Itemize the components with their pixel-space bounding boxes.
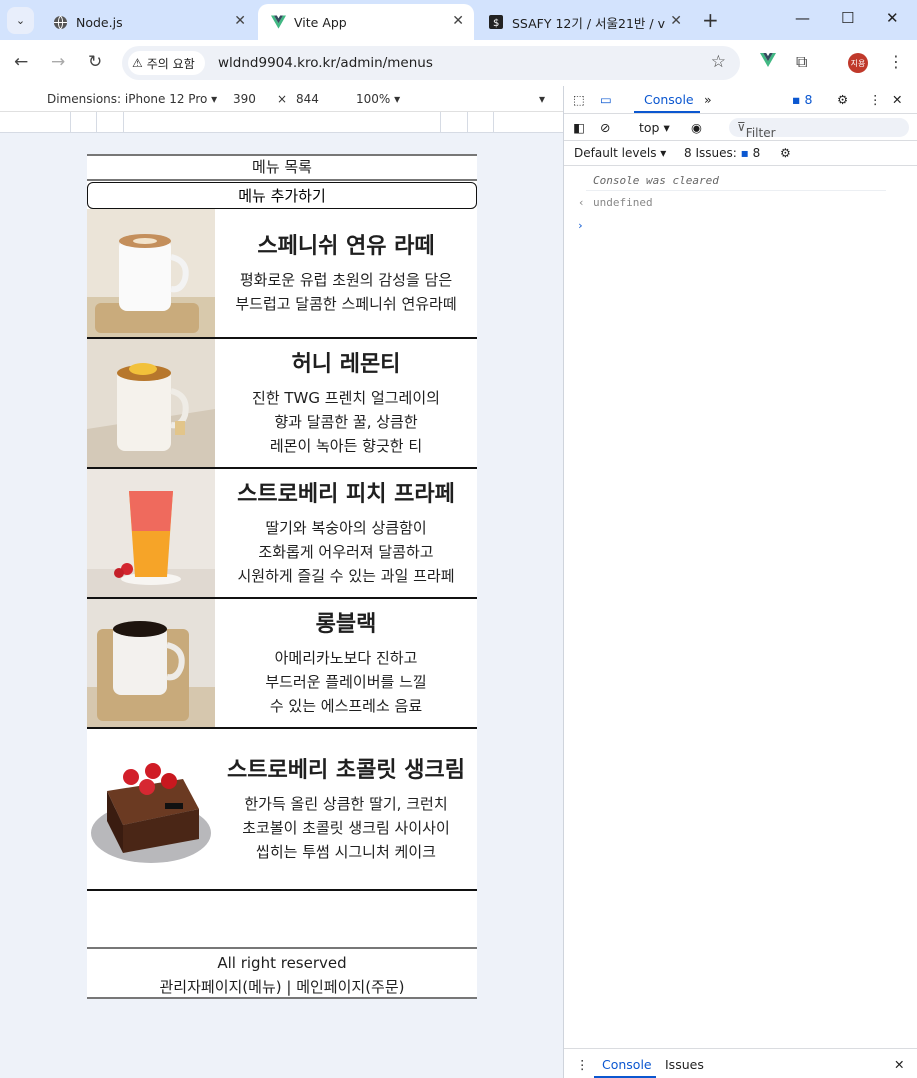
console-cleared-message: Console was cleared [593, 174, 719, 187]
menu-description: 아메리카노보다 진하고 부드러운 플레이버를 느낄 수 있는 에스프레소 음료 [265, 648, 427, 715]
log-levels-select[interactable]: Default levels ▾ [574, 146, 666, 160]
console-filter-input[interactable]: ⊽ Filter [729, 118, 909, 140]
profile-avatar[interactable]: 지용 [848, 53, 868, 73]
menu-description: 평화로운 유럽 초원의 감성을 담은 부드럽고 달콤한 스페니쉬 연유라떼 [235, 270, 457, 313]
frappe-image [87, 469, 215, 597]
footer-copyright: All right reserved [217, 954, 347, 972]
menu-name: 롱블랙 [315, 611, 377, 637]
devtools-drawer: ⋮ Console Issues ✕ [564, 1048, 917, 1078]
sidebar-toggle-icon[interactable]: ◧ [573, 120, 585, 135]
console-settings-gear-icon[interactable]: ⚙ [780, 146, 791, 160]
menu-name: 스페니쉬 연유 라떼 [257, 233, 435, 259]
menu-item[interactable]: 롱블랙 아메리카노보다 진하고 부드러운 플레이버를 느낄 수 있는 에스프레소… [87, 599, 477, 729]
latte-image [87, 209, 215, 337]
footer-links[interactable]: 관리자페이지(메뉴) | 메인페이지(주문) [87, 975, 477, 999]
close-tab-icon[interactable]: ✕ [234, 13, 246, 29]
device-viewport: 메뉴 목록 메뉴 추가하기 스페니쉬 연유 라떼 평화로운 유럽 초원의 감성을… [0, 133, 563, 1078]
long-black-image [87, 599, 215, 727]
menu-item[interactable]: 허니 레몬티 진한 TWG 프렌치 얼그레이의 향과 달콤한 꿀, 상큼한 레몬… [87, 339, 477, 469]
zoom-select[interactable]: 100% ▾ [356, 92, 400, 106]
content-spacer [87, 891, 477, 949]
forward-icon[interactable]: → [51, 52, 65, 72]
devtools-panel: ⬚ ▭ Console » ▪ 8 ⚙ ⋮ ✕ ◧ ⊘ top ▾ ◉ ⊽ Fi… [563, 86, 917, 1078]
security-warning-chip[interactable]: ⚠ 주의 요함 [128, 51, 205, 75]
tab-title: Vite App [294, 14, 347, 30]
tab-console[interactable]: Console [644, 92, 694, 107]
media-query-bar [0, 112, 563, 133]
globe-icon [52, 14, 68, 30]
page-title: 메뉴 목록 [87, 154, 477, 181]
close-tab-icon[interactable]: ✕ [452, 13, 464, 29]
bookmark-star-icon[interactable]: ☆ [711, 52, 726, 72]
drawer-tab-issues[interactable]: Issues [665, 1057, 704, 1072]
menu-name: 허니 레몬티 [291, 351, 401, 377]
drawer-tab-console[interactable]: Console [602, 1057, 652, 1072]
menu-name: 스트로베리 피치 프라페 [237, 481, 455, 507]
warning-icon: ⚠ [132, 56, 143, 70]
tab-title: SSAFY 12기 / 서울21반 / v [512, 15, 665, 31]
vue-devtools-extension-icon[interactable] [760, 52, 776, 71]
app-page: 메뉴 목록 메뉴 추가하기 스페니쉬 연유 라떼 평화로운 유럽 초원의 감성을… [87, 154, 477, 999]
tab-vite-app[interactable]: Vite App ✕ [258, 4, 474, 40]
console-undefined-output: undefined [593, 196, 653, 209]
more-tabs-icon[interactable]: » [704, 92, 712, 107]
extensions-puzzle-icon[interactable]: ⧉ [796, 52, 807, 72]
clear-console-icon[interactable]: ⊘ [600, 120, 610, 135]
svg-text:$: $ [493, 18, 499, 29]
menu-name: 스트로베리 초콜릿 생크림 [227, 757, 465, 783]
minimize-icon[interactable]: — [795, 9, 810, 27]
return-arrow-icon: ‹ [578, 196, 585, 209]
lemon-tea-image [87, 339, 215, 467]
reload-icon[interactable]: ↻ [88, 52, 102, 72]
close-tab-icon[interactable]: ✕ [670, 13, 682, 29]
console-toolbar: ◧ ⊘ top ▾ ◉ ⊽ Filter [564, 114, 917, 141]
live-expression-eye-icon[interactable]: ◉ [691, 120, 702, 135]
close-window-icon[interactable]: ✕ [886, 9, 899, 27]
tab-search-icon[interactable]: ⌄ [7, 7, 34, 34]
url-text[interactable]: wldnd9904.kro.kr/admin/menus [218, 55, 433, 71]
vue-logo-icon [270, 14, 286, 30]
close-drawer-icon[interactable]: ✕ [894, 1057, 904, 1072]
device-width-input[interactable]: 390 [233, 92, 256, 106]
tab-strip: ⌄ Node.js ✕ Vite App ✕ $ SSAFY 12기 / 서울2… [0, 0, 917, 40]
devtools-menu-icon[interactable]: ⋮ [869, 92, 882, 107]
maximize-icon[interactable]: ☐ [841, 9, 854, 27]
issues-counter[interactable]: 8 Issues: ▪ 8 [684, 146, 760, 160]
tab-ssafy[interactable]: $ SSAFY 12기 / 서울21반 / v ✕ [476, 4, 692, 40]
cake-image [87, 729, 215, 889]
tab-title: Node.js [76, 14, 123, 30]
menu-description: 딸기와 복숭아의 상큼함이 조화롭게 어우러져 달콤하고 시원하게 즐길 수 있… [237, 518, 455, 585]
address-bar[interactable]: ⚠ 주의 요함 wldnd9904.kro.kr/admin/menus ☆ [122, 46, 740, 80]
device-toggle-icon[interactable]: ▭ [600, 92, 612, 107]
menu-item[interactable]: 스트로베리 초콜릿 생크림 한가득 올린 상큼한 딸기, 크런치 초코볼이 초콜… [87, 729, 477, 891]
issues-badge[interactable]: ▪ 8 [792, 92, 812, 107]
menu-description: 한가득 올린 상큼한 딸기, 크런치 초코볼이 초콜릿 생크림 사이사이 씹히는… [242, 794, 450, 861]
back-icon[interactable]: ← [14, 52, 28, 72]
device-height-input[interactable]: 844 [296, 92, 319, 106]
drawer-menu-icon[interactable]: ⋮ [576, 1057, 589, 1072]
settings-gear-icon[interactable]: ⚙ [837, 92, 848, 107]
browser-toolbar: ← → ↻ ⚠ 주의 요함 wldnd9904.kro.kr/admin/men… [0, 40, 917, 86]
close-devtools-icon[interactable]: ✕ [892, 92, 902, 107]
tab-nodejs[interactable]: Node.js ✕ [40, 4, 256, 40]
menu-description: 진한 TWG 프렌치 얼그레이의 향과 달콤한 꿀, 상큼한 레몬이 녹아든 향… [252, 388, 440, 455]
times-label: × [277, 92, 288, 106]
devtools-tabbar: ⬚ ▭ Console » ▪ 8 ⚙ ⋮ ✕ [564, 86, 917, 114]
inspect-element-icon[interactable]: ⬚ [573, 92, 585, 107]
add-menu-button[interactable]: 메뉴 추가하기 [87, 182, 477, 209]
footer: All right reserved 관리자페이지(메뉴) | 메인페이지(주문… [87, 949, 477, 999]
device-toolbar-menu-icon[interactable]: ▾ [539, 92, 545, 106]
device-select[interactable]: Dimensions: iPhone 12 Pro ▾ [47, 92, 217, 106]
context-select[interactable]: top ▾ [639, 120, 670, 135]
page-favicon-icon: $ [488, 14, 504, 30]
menu-item[interactable]: 스페니쉬 연유 라떼 평화로운 유럽 초원의 감성을 담은 부드럽고 달콤한 스… [87, 209, 477, 339]
new-tab-icon[interactable]: + [702, 8, 719, 32]
console-prompt[interactable]: › [577, 219, 584, 232]
menu-item[interactable]: 스트로베리 피치 프라페 딸기와 복숭아의 상큼함이 조화롭게 어우러져 달콤하… [87, 469, 477, 599]
browser-menu-icon[interactable]: ⋮ [888, 52, 904, 71]
device-toolbar: Dimensions: iPhone 12 Pro ▾ 390 × 844 10… [0, 86, 563, 112]
console-levels-bar: Default levels ▾ 8 Issues: ▪ 8 ⚙ [564, 141, 917, 166]
